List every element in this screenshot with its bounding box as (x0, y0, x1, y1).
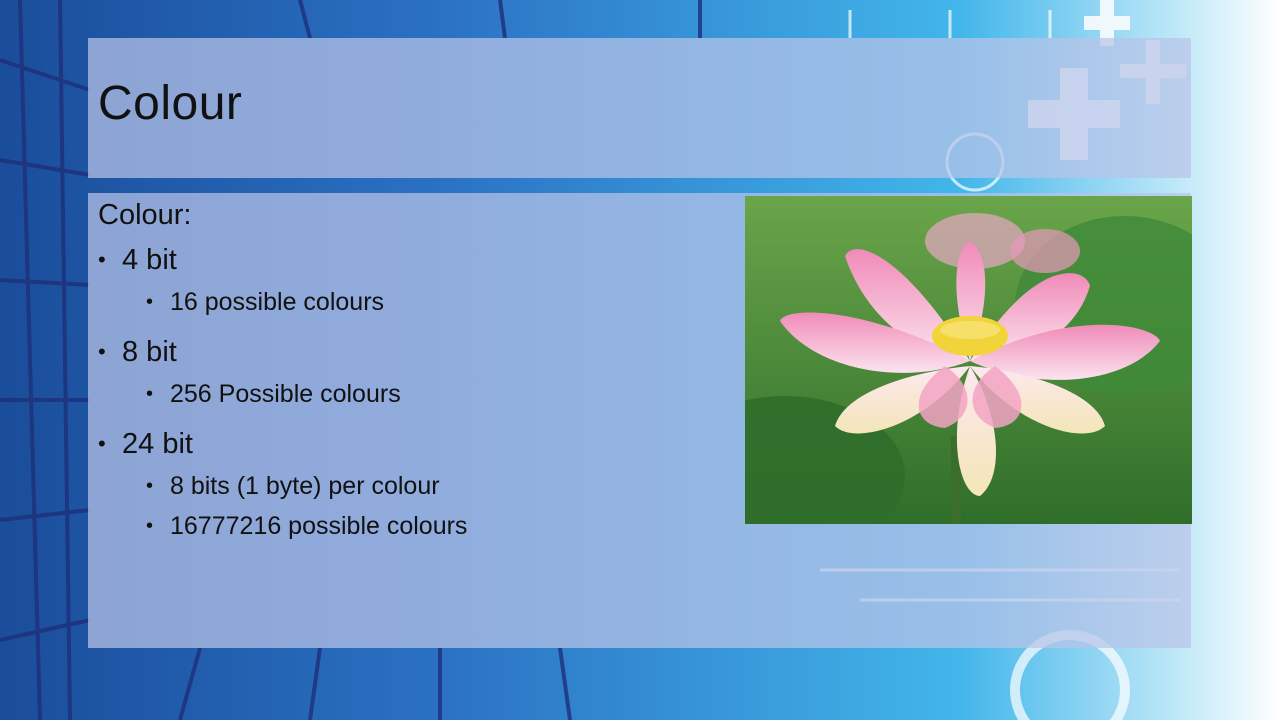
bullet-4bit: 4 bit 16 possible colours (98, 242, 718, 322)
sub-bullet: 16777216 possible colours (122, 506, 718, 546)
bullet-24bit: 24 bit 8 bits (1 byte) per colour 167772… (98, 426, 718, 546)
title-panel (88, 38, 1191, 178)
bullet-label: 24 bit (122, 428, 193, 460)
bullet-content: Colour: 4 bit 16 possible colours 8 bit … (98, 196, 718, 558)
lead-text: Colour: (98, 199, 192, 231)
sub-bullet: 256 Possible colours (122, 374, 718, 414)
bullet-label: 4 bit (122, 244, 177, 276)
bullet-label: 8 bit (122, 336, 177, 368)
slide-title: Colour (98, 77, 243, 130)
sub-bullet-list: 16 possible colours (122, 282, 718, 322)
sub-bullet-list: 256 Possible colours (122, 374, 718, 414)
lotus-flower-image (745, 196, 1192, 524)
sub-bullet: 16 possible colours (122, 282, 718, 322)
bullet-8bit: 8 bit 256 Possible colours (98, 334, 718, 414)
bullet-list: 4 bit 16 possible colours 8 bit 256 Poss… (98, 242, 718, 546)
sub-bullet-list: 8 bits (1 byte) per colour 16777216 poss… (122, 466, 718, 546)
sub-bullet: 8 bits (1 byte) per colour (122, 466, 718, 506)
